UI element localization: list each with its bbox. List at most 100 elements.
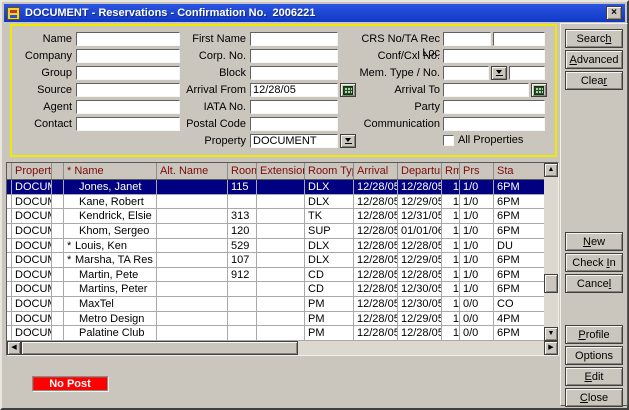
grid-cell-status: CO — [494, 297, 544, 312]
iata-no-label: IATA No. — [146, 100, 246, 114]
property-select[interactable] — [250, 134, 338, 148]
advanced-button[interactable]: Advanced — [565, 50, 623, 69]
grid-cell-departure: 12/28/05 — [398, 180, 442, 195]
grid-cell-prs: 1/0 — [460, 195, 494, 210]
property-label: Property — [146, 134, 246, 148]
grid-cell-extension — [257, 297, 305, 312]
column-header-departure: Departure — [398, 163, 442, 179]
no-post-badge: No Post — [32, 376, 108, 391]
vertical-scroll-thumb[interactable] — [544, 274, 558, 293]
grid-cell-alt-name — [157, 239, 228, 254]
grid-cell-rms: 1 — [442, 239, 460, 254]
grid-cell-room — [228, 195, 257, 210]
mem-no-input[interactable] — [509, 66, 545, 80]
grid-cell-alt-name — [157, 312, 228, 327]
grid-cell-departure: 12/30/05 — [398, 297, 442, 312]
property-lov-button[interactable] — [340, 134, 356, 148]
grid-row[interactable]: DOCUME *Marsha, TA Res 107 DLX 12/28/05 … — [7, 253, 544, 268]
mem-type-lov-button[interactable] — [491, 66, 507, 80]
vertical-scrollbar[interactable]: ▲ ▼ — [544, 163, 558, 341]
grid-row[interactable]: DOCUME Martin, Pete 912 CD 12/28/05 12/2… — [7, 268, 544, 283]
grid-cell-prs: 0/0 — [460, 297, 494, 312]
crs-no-input-2[interactable] — [493, 32, 545, 46]
contact-label: Contact — [14, 117, 72, 131]
grid-row[interactable]: DOCUME Martins, Peter CD 12/28/05 12/30/… — [7, 282, 544, 297]
grid-row[interactable]: DOCUME Kendrick, Elsie 313 TK 12/28/05 1… — [7, 209, 544, 224]
horizontal-scrollbar[interactable]: ◀ ▶ — [7, 341, 558, 355]
grid-cell-prs: 1/0 — [460, 180, 494, 195]
grid-cell-extension — [257, 282, 305, 297]
party-input[interactable] — [443, 100, 545, 114]
column-header-room-type: Room Type — [305, 163, 354, 179]
horizontal-scroll-thumb[interactable] — [21, 341, 298, 355]
grid-row[interactable]: DOCUME *Louis, Ken 529 DLX 12/28/05 12/2… — [7, 239, 544, 254]
iata-no-input[interactable] — [250, 100, 338, 114]
profile-button[interactable]: Profile — [565, 325, 623, 344]
grid-row[interactable]: DOCUME Khom, Sergeo 120 SUP 12/28/05 01/… — [7, 224, 544, 239]
communication-label: Communication — [342, 117, 440, 131]
arrival-from-input[interactable] — [250, 83, 338, 97]
scroll-up-icon[interactable]: ▲ — [544, 163, 558, 177]
column-header-alt-name: Alt. Name — [157, 163, 228, 179]
grid-row[interactable]: DOCUME MaxTel PM 12/28/05 12/30/05 1 0/0… — [7, 297, 544, 312]
edit-button[interactable]: Edit — [565, 367, 623, 386]
grid-cell-alt-name — [157, 253, 228, 268]
grid-cell-property: DOCUME — [12, 180, 52, 195]
corp-no-input[interactable] — [250, 49, 338, 63]
action-button-panel: Search Advanced Clear New Check In Cancel Pr… — [560, 23, 628, 406]
grid-row[interactable]: DOCUME Kane, Robert DLX 12/28/05 12/29/0… — [7, 195, 544, 210]
grid-cell-name: *Louis, Ken — [64, 239, 157, 254]
grid-cell-room — [228, 282, 257, 297]
grid-cell-room: 115 — [228, 180, 257, 195]
grid-cell-alt-name — [157, 268, 228, 283]
grid-cell-rms: 1 — [442, 297, 460, 312]
arrival-to-calendar-button[interactable] — [531, 83, 547, 97]
grid-cell-rms: 1 — [442, 253, 460, 268]
grid-cell-room-type: PM — [305, 326, 354, 341]
grid-row[interactable]: DOCUME Jones, Janet 115 DLX 12/28/05 12/… — [7, 180, 544, 195]
new-button[interactable]: New — [565, 232, 623, 251]
scroll-left-icon[interactable]: ◀ — [7, 341, 21, 355]
block-input[interactable] — [250, 66, 338, 80]
calendar-icon — [534, 86, 544, 95]
cancel-button[interactable]: Cancel — [565, 274, 623, 293]
search-button-group: Search Advanced Clear — [565, 29, 623, 92]
grid-cell-alt-name — [157, 209, 228, 224]
grid-cell-alt-name — [157, 224, 228, 239]
mem-type-input[interactable] — [443, 66, 489, 80]
close-icon[interactable]: × — [606, 6, 622, 20]
column-header-room: Room — [228, 163, 257, 179]
grid-cell-alt-name — [157, 326, 228, 341]
window-title: DOCUMENT - Reservations - Confirmation N… — [25, 7, 315, 19]
grid-cell-rms: 1 — [442, 282, 460, 297]
column-header-rms: Rms — [442, 163, 460, 179]
all-properties-checkbox[interactable] — [443, 135, 454, 146]
crs-no-input-1[interactable] — [443, 32, 491, 46]
grid-cell — [52, 224, 64, 239]
grid-cell-room-type: PM — [305, 297, 354, 312]
grid-cell-property: DOCUME — [12, 224, 52, 239]
grid-body: DOCUME Jones, Janet 115 DLX 12/28/05 12/… — [7, 180, 544, 341]
first-name-input[interactable] — [250, 32, 338, 46]
grid-cell-status: 6PM — [494, 268, 544, 283]
grid-cell-rms: 1 — [442, 268, 460, 283]
grid-cell-room-type: CD — [305, 282, 354, 297]
all-properties-option: All Properties — [443, 134, 523, 146]
grid-cell-alt-name — [157, 282, 228, 297]
options-button[interactable]: Options — [565, 346, 623, 365]
postal-code-input[interactable] — [250, 117, 338, 131]
conf-cxl-no-input[interactable] — [443, 49, 545, 63]
clear-button[interactable]: Clear — [565, 71, 623, 90]
scroll-right-icon[interactable]: ▶ — [544, 341, 558, 355]
party-label: Party — [342, 100, 440, 114]
grid-cell-extension — [257, 239, 305, 254]
close-button[interactable]: Close — [565, 388, 623, 407]
arrival-to-input[interactable] — [443, 83, 529, 97]
communication-input[interactable] — [443, 117, 545, 131]
grid-row[interactable]: DOCUME Metro Design PM 12/28/05 12/29/05… — [7, 312, 544, 327]
check-in-button[interactable]: Check In — [565, 253, 623, 272]
grid-row[interactable]: DOCUME Palatine Club PM 12/28/05 12/28/0… — [7, 326, 544, 341]
search-button[interactable]: Search — [565, 29, 623, 48]
scroll-down-icon[interactable]: ▼ — [544, 327, 558, 341]
corp-no-label: Corp. No. — [146, 49, 246, 63]
